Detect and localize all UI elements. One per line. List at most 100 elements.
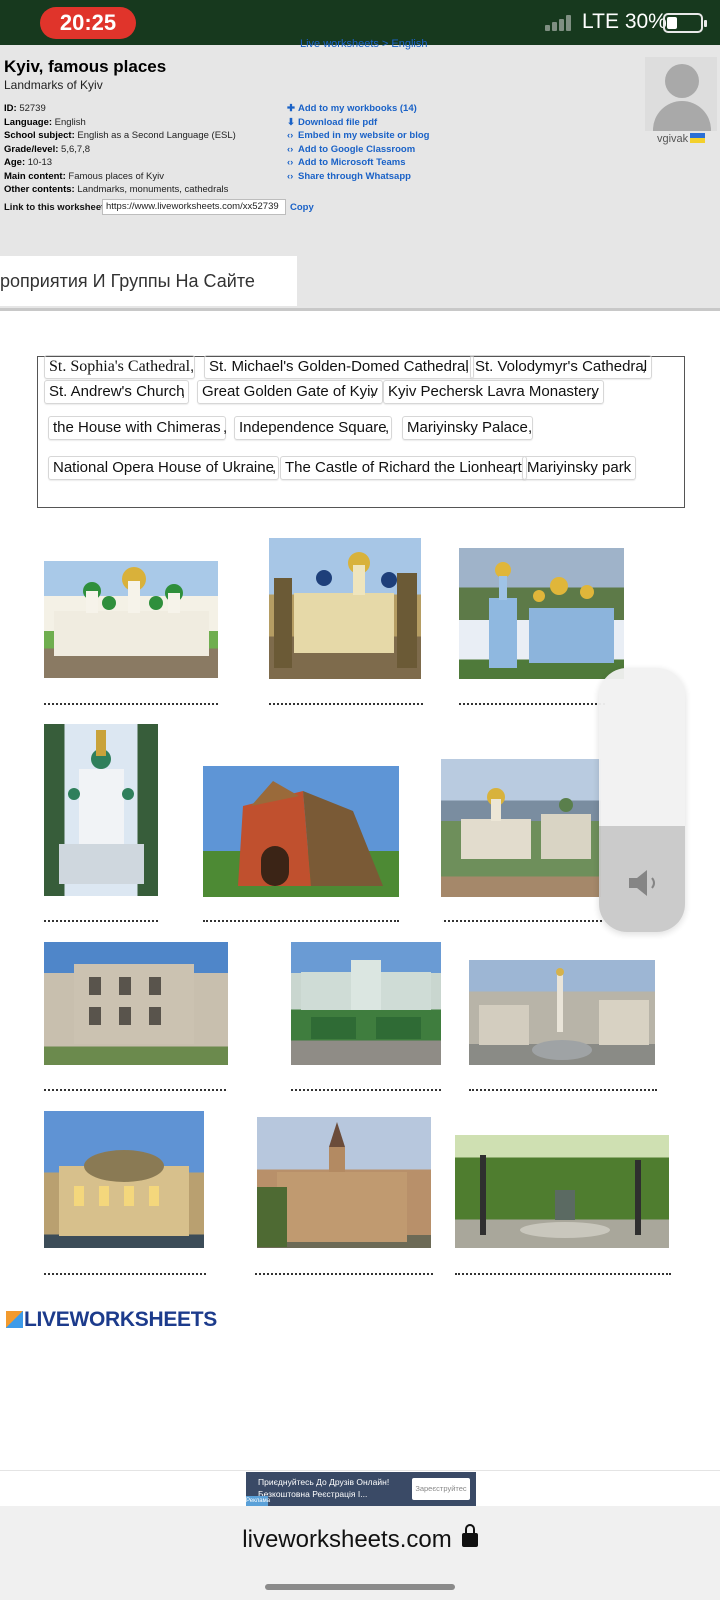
- word-chip[interactable]: Independence Square: [234, 416, 392, 440]
- logo-mark-icon: [6, 1311, 23, 1328]
- photo-st-andrews-church: [44, 724, 158, 896]
- copy-link-button[interactable]: Copy: [290, 202, 314, 213]
- word-separator: ,: [528, 419, 533, 436]
- photo-mariyinsky-palace: [291, 942, 441, 1065]
- photo-kyiv-pechersk-lavra: [441, 759, 601, 897]
- worksheet-subtitle: Landmarks of Kyiv: [4, 78, 103, 92]
- embed-link[interactable]: ‹› Embed in my website or blog: [287, 129, 429, 143]
- photo-national-opera-house: [44, 1111, 204, 1248]
- home-indicator[interactable]: [265, 1584, 455, 1590]
- word-separator: ,: [385, 419, 390, 436]
- whatsapp-link[interactable]: ‹› Share through Whatsapp: [287, 170, 429, 184]
- battery-icon: [663, 13, 707, 33]
- word-separator: ,: [181, 383, 186, 400]
- word-separator: ,: [190, 358, 195, 375]
- monastery-illustration: [461, 788, 591, 859]
- word-chip[interactable]: St. Volodymyr's Cathedral: [470, 355, 653, 379]
- opera-illustration: [59, 1150, 189, 1236]
- download-pdf-link[interactable]: ⬇ Download file pdf: [287, 116, 429, 130]
- word-chip[interactable]: St. Andrew's Church: [44, 380, 190, 404]
- palace-illustration: [301, 960, 431, 1039]
- liveworksheets-logo[interactable]: LIVEWORKSHEETS: [6, 1308, 217, 1332]
- meta-language: Language: English: [4, 116, 86, 128]
- download-icon: ⬇: [287, 116, 295, 128]
- meta-main-content: Main content: Famous places of Kyiv: [4, 170, 164, 182]
- network-battery-text: LTE 30%: [582, 10, 667, 33]
- user-avatar[interactable]: [645, 57, 717, 131]
- word-chip[interactable]: Great Golden Gate of Kyiv: [197, 380, 383, 404]
- breadcrumb[interactable]: Live worksheets > English: [300, 38, 427, 50]
- speaker-icon: [629, 870, 655, 896]
- google-classroom-link[interactable]: ‹› Add to Google Classroom: [287, 143, 429, 157]
- word-separator: ,: [642, 358, 647, 375]
- answer-blank[interactable]: [444, 920, 602, 922]
- whatsapp-icon: ‹›: [287, 170, 294, 182]
- answer-blank[interactable]: [44, 1089, 226, 1091]
- meta-id: ID: 52739: [4, 103, 46, 114]
- answer-blank[interactable]: [44, 920, 158, 922]
- word-chip[interactable]: Kyiv Pechersk Lavra Monastery: [383, 380, 604, 404]
- word-separator: ,: [223, 419, 228, 436]
- embed-icon: ‹›: [287, 130, 294, 142]
- header-divider: [0, 308, 720, 311]
- word-separator: ,: [272, 459, 277, 476]
- answer-blank[interactable]: [44, 703, 218, 705]
- answer-blank[interactable]: [44, 1273, 206, 1275]
- church-illustration: [54, 567, 209, 656]
- google-classroom-icon: ‹›: [287, 143, 294, 155]
- browser-address-bar[interactable]: liveworksheets.com: [0, 1506, 720, 1600]
- meta-age: Age: 10-13: [4, 157, 53, 168]
- ad-banner[interactable]: Приєднуйтесь До Друзів Онлайн! Безкоштов…: [246, 1472, 476, 1506]
- url-text[interactable]: liveworksheets.com: [0, 1524, 720, 1554]
- answer-blank[interactable]: [203, 920, 399, 922]
- word-separator: ,: [370, 383, 375, 400]
- link-label: Link to this worksheet:: [4, 202, 108, 213]
- add-workbook-icon: ✚: [287, 103, 295, 114]
- microsoft-teams-link[interactable]: ‹› Add to Microsoft Teams: [287, 156, 429, 170]
- word-chip[interactable]: Mariyinsky Palace: [402, 416, 533, 440]
- photo-golden-gate: [203, 766, 399, 897]
- word-chip[interactable]: the House with Chimeras: [48, 416, 226, 440]
- ad-text: Безкоштовна Реєстрація І...: [258, 1489, 368, 1499]
- word-bank: St. Sophia's Cathedral , St. Michael's G…: [37, 355, 685, 508]
- park-illustration: [480, 1155, 641, 1238]
- clock: 20:25: [40, 7, 136, 39]
- photo-st-sophia-cathedral: [44, 561, 218, 678]
- ad-label: Реклама: [246, 1496, 271, 1506]
- signal-icon: [545, 13, 575, 31]
- church-illustration: [274, 552, 417, 668]
- worksheet-title: Kyiv, famous places: [4, 57, 167, 76]
- church-illustration: [59, 730, 144, 884]
- word-chip[interactable]: National Opera House of Ukraine: [48, 456, 279, 480]
- volume-slider[interactable]: [599, 668, 685, 932]
- photo-castle-of-richard: [257, 1117, 431, 1248]
- ad-register-button[interactable]: Зареєструйтес: [412, 1478, 470, 1500]
- word-chip[interactable]: Mariyinsky park: [522, 456, 637, 480]
- word-separator: ,: [465, 358, 470, 375]
- word-chip[interactable]: St. Michael's Golden-Domed Cathedral: [204, 355, 474, 379]
- meta-grade: Grade/level: 5,6,7,8: [4, 143, 91, 155]
- church-illustration: [489, 562, 614, 668]
- lock-icon: [461, 1524, 478, 1548]
- answer-blank[interactable]: [469, 1089, 657, 1091]
- answer-blank[interactable]: [255, 1273, 433, 1275]
- microsoft-teams-icon: ‹›: [287, 157, 294, 169]
- square-illustration: [479, 968, 649, 1060]
- photo-independence-square: [469, 960, 655, 1065]
- word-chip[interactable]: The Castle of Richard the Lionheart: [280, 456, 527, 480]
- worksheet-link-field[interactable]: https://www.liveworksheets.com/xx52739: [102, 199, 286, 215]
- answer-blank[interactable]: [459, 703, 605, 705]
- word-separator: ,: [591, 383, 596, 400]
- photo-mariyinsky-park: [455, 1135, 669, 1248]
- gate-illustration: [238, 781, 383, 886]
- groups-banner[interactable]: роприятия И Группы На Сайте: [0, 256, 297, 306]
- word-chip[interactable]: St. Sophia's Cathedral: [44, 355, 196, 379]
- ad-headline: Приєднуйтесь До Друзів Онлайн!: [258, 1477, 390, 1487]
- username[interactable]: vgivak: [657, 133, 706, 145]
- add-to-workbooks-link[interactable]: ✚ Add to my workbooks (14): [287, 102, 429, 116]
- word-separator: ,: [512, 459, 517, 476]
- answer-blank[interactable]: [291, 1089, 441, 1091]
- worksheet-actions: ✚ Add to my workbooks (14) ⬇ Download file…: [287, 102, 429, 184]
- answer-blank[interactable]: [269, 703, 423, 705]
- answer-blank[interactable]: [455, 1273, 671, 1275]
